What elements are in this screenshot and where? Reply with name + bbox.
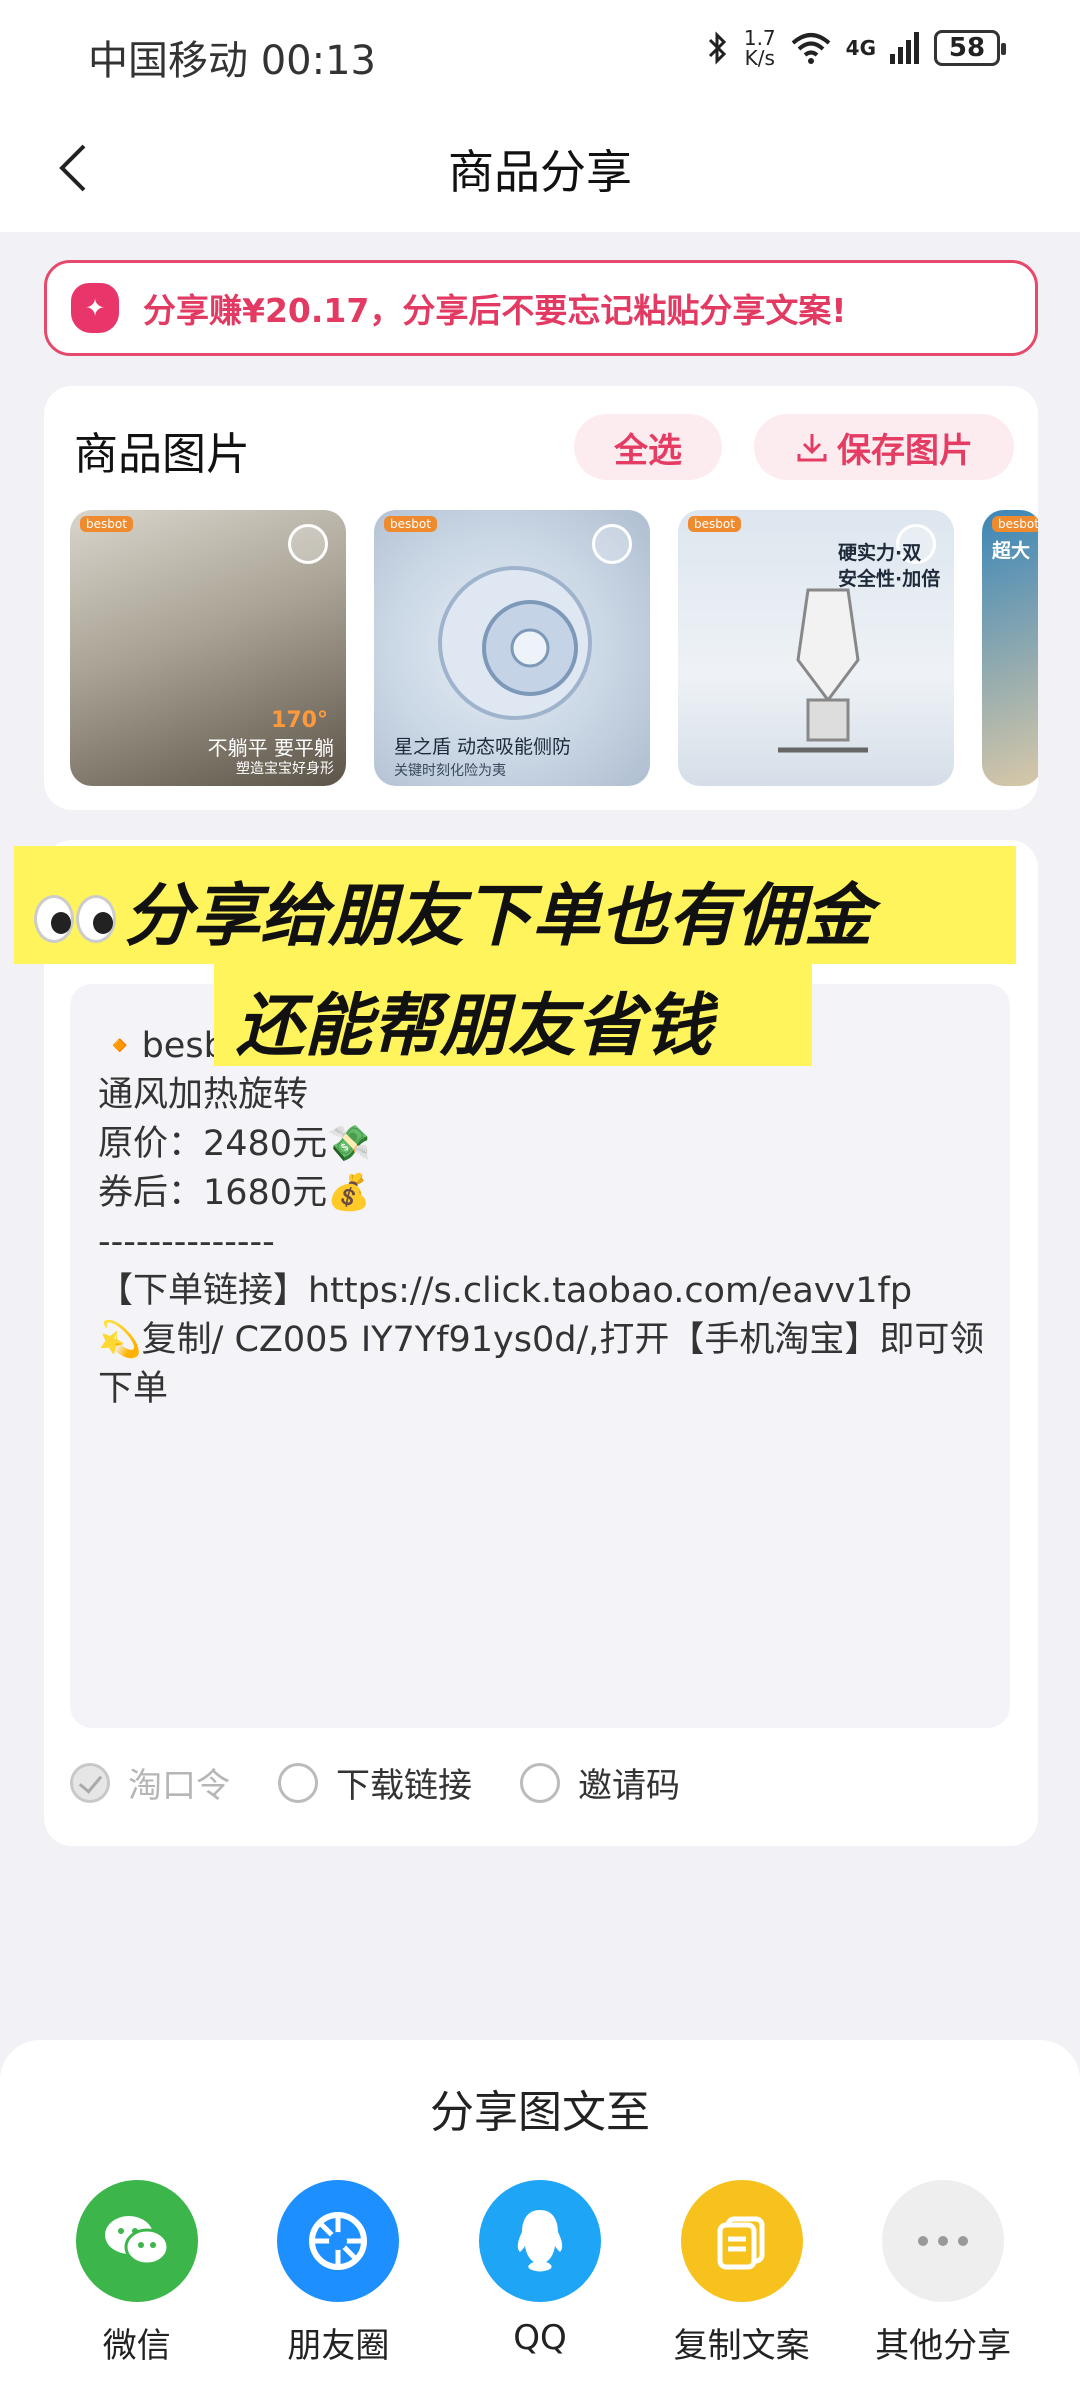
share-moments-button[interactable]: 朋友圈 xyxy=(248,2180,428,2367)
share-wechat-button[interactable]: 微信 xyxy=(47,2180,227,2367)
network-type: 4G xyxy=(845,36,876,60)
download-icon xyxy=(797,434,827,462)
product-image-thumbnail[interactable]: besbot 星之盾 动态吸能侧防 关键时刻化险为夷 xyxy=(374,510,650,786)
option-download-link[interactable]: 下载链接 xyxy=(278,1758,472,1807)
bluetooth-icon xyxy=(708,31,726,65)
save-images-button[interactable]: 保存图片 xyxy=(754,414,1014,480)
section-title: 商品图片 xyxy=(74,429,250,480)
product-illustration xyxy=(778,588,868,753)
share-other-button[interactable]: 其他分享 xyxy=(853,2180,1033,2367)
signal-icon xyxy=(890,32,919,64)
moments-icon xyxy=(277,2180,400,2302)
radio-unchecked[interactable] xyxy=(278,1762,318,1803)
money-bag-icon: ✦ xyxy=(71,283,119,333)
status-bar: 中国移动 00:13 1.7 K/s 4G 58 xyxy=(0,0,1080,110)
share-options: 淘口令 下载链接 邀请码 xyxy=(70,1758,680,1807)
battery-indicator: 58 xyxy=(934,30,1006,66)
navigation-bar: 商品分享 xyxy=(0,110,1080,232)
status-icons: 1.7 K/s 4G 58 xyxy=(706,26,1006,70)
product-image-thumbnail[interactable]: besbot 170° 不躺平 要平躺 塑造宝宝好身形 xyxy=(70,510,346,786)
select-all-button[interactable]: 全选 xyxy=(574,414,722,480)
share-sheet-title: 分享图文至 xyxy=(430,2087,650,2138)
carrier-time: 中国移动 00:13 xyxy=(88,38,376,84)
copy-icon xyxy=(680,2180,803,2302)
network-speed: 1.7 K/s xyxy=(743,26,776,70)
share-qq-button[interactable]: QQ xyxy=(450,2180,630,2367)
overlay-caption: 分享给朋友下单也有佣金 xyxy=(34,860,872,960)
copy-text-button[interactable]: 复制文案 xyxy=(652,2180,832,2367)
product-image-thumbnail[interactable]: besbot 超大 xyxy=(982,510,1038,786)
product-images-card: 商品图片 全选 保存图片 besbot 170° 不躺平 要平躺 塑造宝宝好身形… xyxy=(44,386,1038,810)
option-taokouling[interactable]: 淘口令 xyxy=(70,1758,230,1807)
share-sheet: 分享图文至 微信 朋友圈 QQ 复制文案 其他分享 xyxy=(0,2040,1080,2390)
image-thumbnails: besbot 170° 不躺平 要平躺 塑造宝宝好身形 besbot 星之盾 动… xyxy=(70,510,1038,786)
option-invite-code[interactable]: 邀请码 xyxy=(520,1758,680,1807)
earnings-banner: ✦ 分享赚¥20.17，分享后不要忘记粘贴分享文案! xyxy=(44,260,1038,356)
qq-icon xyxy=(478,2180,601,2302)
product-illustration xyxy=(438,566,592,720)
share-text-area[interactable]: 🔸besb 宝宝车载 通风加热旋转 原价：2480元💸 券后：1680元💰 --… xyxy=(70,984,1010,1728)
wifi-icon xyxy=(791,33,830,64)
radio-checked[interactable] xyxy=(70,1762,110,1803)
page-title: 商品分享 xyxy=(448,145,632,199)
share-targets: 微信 朋友圈 QQ 复制文案 其他分享 xyxy=(0,2180,1080,2367)
eyes-emoji-icon xyxy=(34,881,118,960)
product-image-thumbnail[interactable]: besbot 硬实力·双 安全性·加倍 xyxy=(678,510,954,786)
more-icon xyxy=(882,2180,1005,2302)
image-select-checkbox[interactable] xyxy=(288,524,328,564)
radio-unchecked[interactable] xyxy=(520,1762,560,1803)
banner-text: 分享赚¥20.17，分享后不要忘记粘贴分享文案! xyxy=(143,291,847,330)
overlay-caption: 还能帮朋友省钱 xyxy=(236,987,713,1066)
wechat-icon xyxy=(75,2180,198,2302)
